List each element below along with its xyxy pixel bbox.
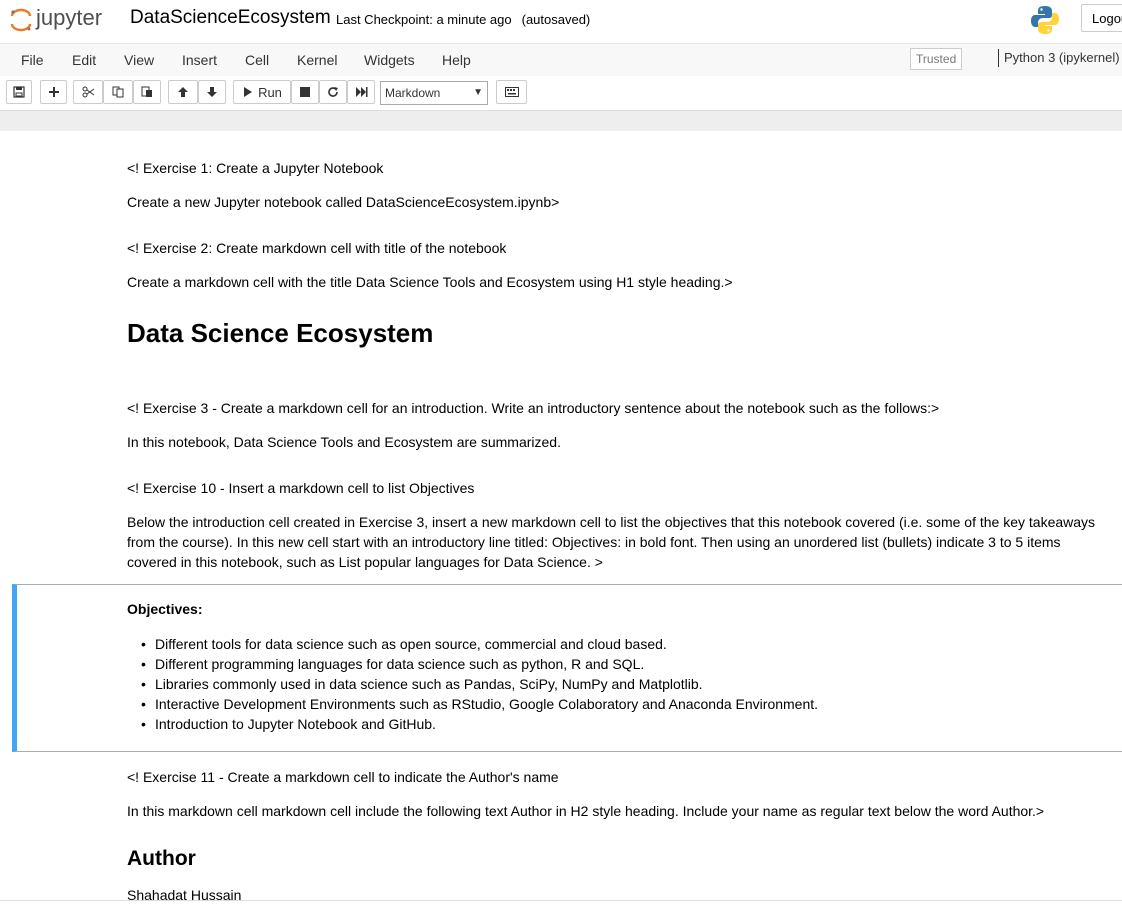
exercise-1-body: Create a new Jupyter notebook called Dat… — [127, 194, 560, 210]
objectives-list: Different tools for data science such as… — [141, 634, 818, 734]
move-up-button[interactable] — [168, 80, 198, 104]
menu-kernel[interactable]: Kernel — [297, 52, 337, 68]
exercise-2-title: <! Exercise 2: Create markdown cell with… — [127, 240, 507, 256]
checkpoint-text: Last Checkpoint: a minute ago — [336, 12, 512, 27]
cell-type-select[interactable]: Markdown ▼ — [380, 81, 488, 105]
exercise-10-title: <! Exercise 10 - Insert a markdown cell … — [127, 480, 475, 496]
play-icon — [244, 87, 253, 97]
plus-icon — [48, 87, 59, 97]
chevron-down-icon: ▼ — [473, 87, 483, 98]
paste-icon — [141, 86, 152, 97]
exercise-1-title: <! Exercise 1: Create a Jupyter Notebook — [127, 160, 384, 176]
copy-icon — [112, 86, 124, 98]
jupyter-logo[interactable]: jupyter — [8, 4, 118, 34]
intro-text: In this notebook, Data Science Tools and… — [127, 434, 561, 450]
run-label: Run — [258, 84, 282, 100]
exercise-10-body: Below the introduction cell created in E… — [127, 514, 1096, 570]
menu-view[interactable]: View — [124, 52, 154, 68]
run-button[interactable]: Run — [233, 80, 291, 104]
header: jupyter DataScienceEcosystem Last Checkp… — [0, 0, 1122, 42]
exercise-3-title: <! Exercise 3 - Create a markdown cell f… — [127, 400, 940, 416]
toolbar: Run Markdown ▼ — [0, 76, 1122, 110]
fast-forward-icon — [355, 87, 367, 97]
menu-help[interactable]: Help — [442, 52, 471, 68]
restart-button[interactable] — [319, 80, 347, 104]
author-heading: Author — [127, 847, 196, 870]
python-logo-icon — [1030, 4, 1060, 41]
jupyter-logo-icon: jupyter — [10, 5, 102, 32]
save-icon — [13, 86, 25, 98]
arrow-up-icon — [178, 87, 188, 97]
checkpoint-status: Last Checkpoint: a minute ago (autosaved) — [336, 12, 590, 27]
exercise-11-title: <! Exercise 11 - Create a markdown cell … — [127, 769, 559, 785]
restart-icon — [328, 87, 338, 97]
copy-button[interactable] — [103, 80, 133, 104]
menu-edit[interactable]: Edit — [72, 52, 96, 68]
cell-type-value: Markdown — [385, 86, 441, 100]
cut-icon — [82, 86, 94, 98]
cut-button[interactable] — [73, 80, 103, 104]
exercise-11-body: In this markdown cell markdown cell incl… — [127, 803, 1045, 819]
save-button[interactable] — [6, 80, 32, 104]
arrow-down-icon — [207, 87, 217, 97]
menu-widgets[interactable]: Widgets — [364, 52, 415, 68]
list-item: Different programming languages for data… — [141, 654, 818, 674]
list-item: Different tools for data science such as… — [141, 634, 818, 654]
toolbar-separator — [0, 110, 1122, 131]
stop-icon — [300, 87, 310, 97]
menu-cell[interactable]: Cell — [245, 52, 269, 68]
list-item: Libraries commonly used in data science … — [141, 674, 818, 694]
notebook-title-heading: Data Science Ecosystem — [127, 318, 434, 348]
notebook-name[interactable]: DataScienceEcosystem — [130, 7, 331, 29]
interrupt-button[interactable] — [291, 80, 319, 104]
restart-run-all-button[interactable] — [347, 80, 375, 104]
keyboard-icon — [504, 87, 519, 97]
kernel-indicator[interactable]: Python 3 (ipykernel) — [998, 49, 1120, 67]
exercise-2-body: Create a markdown cell with the title Da… — [127, 274, 733, 290]
paste-button[interactable] — [133, 80, 161, 104]
menu-insert[interactable]: Insert — [182, 52, 217, 68]
autosave-text: (autosaved) — [521, 12, 591, 27]
trusted-badge[interactable]: Trusted — [910, 48, 963, 70]
list-item: Interactive Development Environments suc… — [141, 694, 818, 714]
list-item: Introduction to Jupyter Notebook and Git… — [141, 714, 818, 734]
insert-cell-button[interactable] — [40, 80, 67, 104]
objectives-heading: Objectives: — [127, 601, 203, 617]
bottom-divider — [0, 900, 1122, 901]
move-down-button[interactable] — [198, 80, 226, 104]
menu-file[interactable]: File — [21, 52, 44, 68]
command-palette-button[interactable] — [496, 80, 527, 104]
logout-button[interactable]: Logout — [1081, 4, 1122, 32]
logo-text: jupyter — [35, 5, 102, 30]
